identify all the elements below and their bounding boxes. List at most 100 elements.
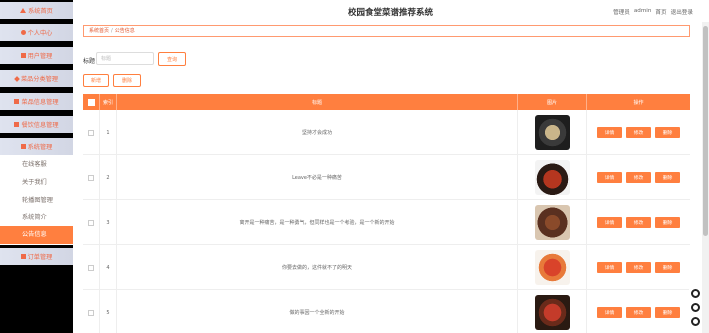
delete-button[interactable]: 删除 xyxy=(655,217,680,228)
chat-icon xyxy=(691,303,700,312)
row-select-cell xyxy=(83,110,100,155)
logout-link[interactable]: 退出登录 xyxy=(671,8,693,16)
sidebar-item-label: 用户管理 xyxy=(27,53,53,60)
detail-button[interactable]: 详情 xyxy=(597,172,622,183)
breadcrumb-separator: / xyxy=(111,28,113,34)
detail-button[interactable]: 详情 xyxy=(597,307,622,318)
header-user-area: 管理员 admin 首页 退出登录 xyxy=(613,8,693,16)
edit-button[interactable]: 修改 xyxy=(626,307,651,318)
batch-delete-button[interactable]: 删除 xyxy=(113,74,141,87)
row-title: 坚持才会成功 xyxy=(117,110,518,155)
sidebar-item-users[interactable]: 用户管理 xyxy=(0,47,73,64)
row-index: 4 xyxy=(100,245,117,290)
detail-button[interactable]: 详情 xyxy=(597,262,622,273)
row-image-cell xyxy=(518,110,587,155)
search-label: 标题 xyxy=(83,58,96,65)
row-index: 2 xyxy=(100,155,117,200)
detail-button[interactable]: 详情 xyxy=(597,127,622,138)
home-icon xyxy=(20,8,27,13)
info-icon xyxy=(691,317,700,326)
sidebar-item-label: 订单管理 xyxy=(27,254,53,261)
edit-button[interactable]: 修改 xyxy=(626,217,651,228)
table-row: 1 坚持才会成功 详情 修改 删除 xyxy=(83,110,690,155)
floating-help-widget[interactable] xyxy=(689,286,702,333)
bowl-dish-image xyxy=(534,115,570,150)
user-role: 管理员 xyxy=(613,10,630,16)
row-title: 离开是一种痛苦，是一种勇气，但同样也是一个考验，是一个新的开始 xyxy=(117,200,518,245)
row-operations: 详情 修改 删除 xyxy=(587,245,690,290)
sidebar-item-dish-info[interactable]: 菜品信息管理 xyxy=(0,93,73,110)
sidebar-item-home[interactable]: 系统首页 xyxy=(0,2,73,19)
row-image-cell xyxy=(518,290,587,333)
row-checkbox[interactable] xyxy=(88,309,94,316)
submenu-item-carousel[interactable]: 轮播图管理 xyxy=(0,192,73,210)
app-title: 校园食堂菜谱推荐系统 xyxy=(348,8,434,18)
row-title: 你要去做的，这件就不了的明天 xyxy=(117,245,518,290)
header-title: 标题 xyxy=(117,94,518,110)
edit-button[interactable]: 修改 xyxy=(626,172,651,183)
row-select-cell xyxy=(83,200,100,245)
sidebar-item-system[interactable]: 系统管理 xyxy=(0,138,73,155)
help-icon xyxy=(691,289,700,298)
sidebar-item-orders[interactable]: 订单管理 xyxy=(0,248,73,265)
sidebar-item-meal-info[interactable]: 餐饮信息管理 xyxy=(0,116,73,133)
system-icon xyxy=(20,144,26,149)
search-button[interactable]: 查询 xyxy=(158,52,186,66)
dish-icon xyxy=(14,99,20,104)
select-all-checkbox[interactable] xyxy=(87,98,95,106)
delete-button[interactable]: 删除 xyxy=(655,307,680,318)
shrimp-plate-image xyxy=(534,250,570,285)
breadcrumb-current: 公告信息 xyxy=(114,28,135,34)
breadcrumb: 系统首页 / 公告信息 xyxy=(83,25,690,37)
breadcrumb-home[interactable]: 系统首页 xyxy=(89,28,109,34)
row-image-cell xyxy=(518,200,587,245)
row-checkbox[interactable] xyxy=(88,264,94,271)
edit-button[interactable]: 修改 xyxy=(626,127,651,138)
row-index: 3 xyxy=(100,200,117,245)
submenu-item-online-service[interactable]: 在线客服 xyxy=(0,156,73,174)
row-operations: 详情 修改 删除 xyxy=(587,155,690,200)
scrollbar-thumb[interactable] xyxy=(703,26,708,236)
order-icon xyxy=(20,254,26,259)
table-row: 3 离开是一种痛苦，是一种勇气，但同样也是一个考验，是一个新的开始 详情 修改 删除 xyxy=(83,200,690,245)
row-title: Leave不必是一种痛苦 xyxy=(117,155,518,200)
bbq-plate-image xyxy=(534,205,570,240)
sidebar-item-label: 菜品分类管理 xyxy=(20,76,59,83)
home-link[interactable]: 首页 xyxy=(655,8,666,16)
stew-pot-image xyxy=(534,160,570,195)
row-checkbox[interactable] xyxy=(88,219,94,226)
data-table: 索引 标题 图片 操作 1 坚持才会成功 详情 修改 删除 2 Leave不必是一种痛苦 详情… xyxy=(83,94,690,333)
delete-button[interactable]: 删除 xyxy=(655,172,680,183)
edit-button[interactable]: 修改 xyxy=(626,262,651,273)
row-operations: 详情 修改 删除 xyxy=(587,110,690,155)
top-header: 校园食堂菜谱推荐系统 管理员 admin 首页 退出登录 xyxy=(73,0,709,22)
row-select-cell xyxy=(83,290,100,333)
table-row: 2 Leave不必是一种痛苦 详情 修改 删除 xyxy=(83,155,690,200)
row-index: 1 xyxy=(100,110,117,155)
tag-icon xyxy=(14,75,20,82)
table-row: 5 做的事因一个全新的开始 详情 修改 删除 xyxy=(83,290,690,333)
add-button[interactable]: 新增 xyxy=(83,74,109,87)
delete-button[interactable]: 删除 xyxy=(655,127,680,138)
person-icon xyxy=(20,30,26,35)
detail-button[interactable]: 详情 xyxy=(597,217,622,228)
submenu-item-about-us[interactable]: 关于我们 xyxy=(0,174,73,192)
row-operations: 详情 修改 删除 xyxy=(587,290,690,333)
row-checkbox[interactable] xyxy=(88,174,94,181)
header-image: 图片 xyxy=(518,94,587,110)
search-input[interactable] xyxy=(96,52,154,65)
page-scrollbar[interactable] xyxy=(702,22,709,333)
user-icon xyxy=(20,53,26,58)
sidebar-item-profile[interactable]: 个人中心 xyxy=(0,24,73,41)
username: admin xyxy=(633,8,652,14)
header-operations: 操作 xyxy=(633,99,644,106)
delete-button[interactable]: 删除 xyxy=(655,262,680,273)
submenu-item-system-intro[interactable]: 系统简介 xyxy=(0,209,73,227)
row-select-cell xyxy=(83,155,100,200)
row-checkbox[interactable] xyxy=(88,129,94,136)
header-select-all[interactable] xyxy=(83,94,100,110)
sidebar-item-label: 餐饮信息管理 xyxy=(21,122,59,129)
seafood-plate-image xyxy=(534,295,570,330)
submenu-item-announcements[interactable]: 公告信息 xyxy=(0,226,73,244)
sidebar-item-dish-category[interactable]: 菜品分类管理 xyxy=(0,70,73,87)
